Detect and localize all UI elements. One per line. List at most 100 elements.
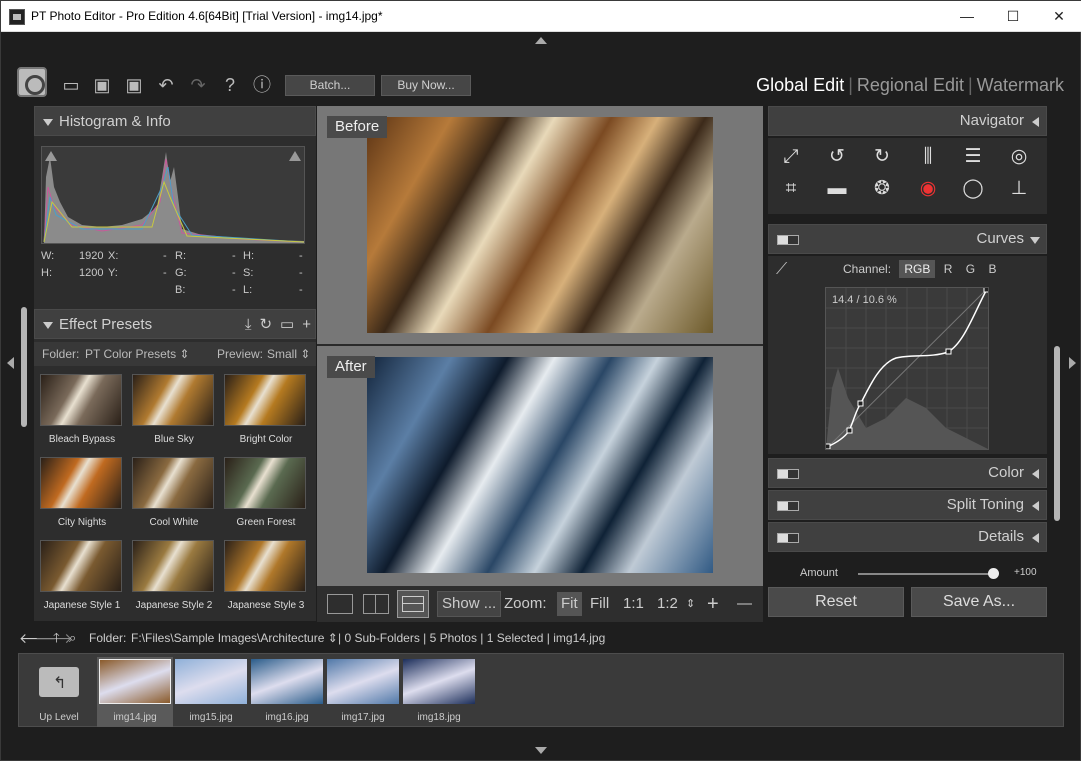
- crop-icon[interactable]: ⌗: [779, 178, 803, 200]
- preset-item[interactable]: City Nights: [40, 457, 124, 537]
- up-level-button[interactable]: ↰ Up Level: [21, 657, 97, 727]
- lens-correction-icon[interactable]: ❂: [870, 178, 894, 200]
- zoom-1-1-button[interactable]: 1:1: [623, 586, 644, 622]
- preset-label: Cool White: [149, 517, 199, 528]
- channel-r[interactable]: R: [939, 260, 958, 278]
- rotate-right-icon[interactable]: ↻: [870, 146, 894, 168]
- reset-button[interactable]: Reset: [768, 587, 904, 617]
- top-bottom-view-icon[interactable]: [397, 590, 429, 618]
- single-view-icon[interactable]: [327, 594, 353, 614]
- curves-header[interactable]: Curves: [768, 224, 1047, 254]
- preset-item[interactable]: Japanese Style 2: [132, 540, 216, 620]
- zoom-1-2-button[interactable]: 1:2: [657, 586, 678, 622]
- search-icon[interactable]: ⌕: [69, 628, 76, 648]
- preset-item[interactable]: Blue Sky: [132, 374, 216, 454]
- title-bar: PT Photo Editor - Pro Edition 4.6[64Bit]…: [1, 1, 1081, 32]
- path-folder-label: Folder:: [89, 631, 127, 645]
- undo-icon[interactable]: ↶: [156, 75, 176, 95]
- spot-heal-icon[interactable]: ◯: [961, 178, 985, 200]
- close-button[interactable]: ✕: [1036, 1, 1081, 32]
- import-preset-icon[interactable]: ⤓: [245, 316, 252, 333]
- zoom-out-button[interactable]: —: [737, 586, 752, 622]
- film-item[interactable]: img14.jpg: [97, 657, 173, 727]
- open-folder-icon[interactable]: ▭: [61, 75, 81, 95]
- rotate-left-icon[interactable]: ↺: [825, 146, 849, 168]
- info-icon[interactable]: ⓘ: [252, 75, 272, 95]
- tab-regional-edit[interactable]: Regional Edit: [853, 75, 968, 95]
- save-as-button[interactable]: Save As...: [911, 587, 1047, 617]
- details-toggle[interactable]: [777, 533, 799, 543]
- right-scrollbar[interactable]: [1054, 346, 1060, 521]
- preset-folder-select[interactable]: PT Color Presets ⇕: [85, 342, 190, 366]
- left-scrollbar[interactable]: [21, 307, 27, 427]
- collapse-left-arrow-icon[interactable]: [7, 357, 14, 369]
- after-pane[interactable]: After: [317, 346, 763, 586]
- redo-icon[interactable]: ↷: [188, 75, 208, 95]
- curve-graph[interactable]: 14.4 / 10.6 %: [825, 287, 989, 450]
- collapse-top-arrow-icon[interactable]: [535, 37, 547, 44]
- effect-presets-header[interactable]: Effect Presets ⤓ ↻ ▭ +: [34, 309, 316, 339]
- color-toggle[interactable]: [777, 469, 799, 479]
- channel-g[interactable]: G: [961, 260, 980, 278]
- histogram-plot: [43, 152, 304, 243]
- navigator-title: Navigator: [959, 112, 1024, 129]
- preset-item[interactable]: Japanese Style 3: [224, 540, 308, 620]
- before-pane[interactable]: Before: [317, 106, 763, 346]
- flip-vertical-icon[interactable]: ☰: [961, 146, 985, 168]
- film-item[interactable]: img15.jpg: [173, 657, 249, 727]
- tab-watermark[interactable]: Watermark: [973, 75, 1068, 95]
- zoom-fit-button[interactable]: Fit: [557, 592, 582, 616]
- details-header[interactable]: Details: [768, 522, 1047, 552]
- channel-b[interactable]: B: [983, 260, 1001, 278]
- zoom-fill-button[interactable]: Fill: [590, 586, 609, 622]
- batch-button[interactable]: Batch...: [285, 75, 375, 96]
- histogram-header[interactable]: Histogram & Info: [34, 106, 316, 136]
- preset-item[interactable]: Bleach Bypass: [40, 374, 124, 454]
- preview-size-select[interactable]: Small ⇕: [267, 342, 310, 366]
- refresh-preset-icon[interactable]: ↻: [259, 316, 272, 333]
- help-icon[interactable]: ?: [220, 75, 240, 95]
- up-folder-icon[interactable]: 🡑: [53, 628, 60, 648]
- amount-slider-track[interactable]: [858, 573, 994, 575]
- film-item[interactable]: img16.jpg: [249, 657, 325, 727]
- buy-now-button[interactable]: Buy Now...: [381, 75, 471, 96]
- histogram-title: Histogram & Info: [59, 113, 171, 130]
- preset-item[interactable]: Green Forest: [224, 457, 308, 537]
- zoom-in-button[interactable]: +: [707, 586, 719, 622]
- flip-horizontal-icon[interactable]: ⫼: [916, 146, 940, 168]
- save-icon[interactable]: ▣: [92, 75, 112, 95]
- app-logo-icon[interactable]: [17, 67, 47, 97]
- zoom-stepper-icon[interactable]: ⇕: [686, 586, 695, 622]
- channel-rgb[interactable]: RGB: [899, 260, 936, 278]
- details-title: Details: [978, 528, 1024, 545]
- amount-slider-knob[interactable]: [988, 568, 999, 579]
- swirl-icon[interactable]: ◎: [1007, 146, 1031, 168]
- side-by-side-view-icon[interactable]: [363, 594, 389, 614]
- add-preset-icon[interactable]: +: [302, 316, 311, 333]
- collapse-bottom-arrow-icon[interactable]: [535, 747, 547, 754]
- film-item[interactable]: img17.jpg: [325, 657, 401, 727]
- show-button[interactable]: Show ...: [437, 591, 502, 617]
- split-toning-toggle[interactable]: [777, 501, 799, 511]
- color-header[interactable]: Color: [768, 458, 1047, 488]
- curves-toggle[interactable]: [777, 235, 799, 245]
- minimize-button[interactable]: —: [944, 1, 990, 32]
- navigator-header[interactable]: Navigator: [768, 106, 1047, 136]
- curve-picker-icon[interactable]: ⟋: [776, 261, 787, 279]
- resize-icon[interactable]: ⤢: [779, 146, 803, 168]
- tab-global-edit[interactable]: Global Edit: [752, 75, 848, 95]
- maximize-button[interactable]: ☐: [990, 1, 1036, 32]
- save-as-icon[interactable]: ▣: [124, 75, 144, 95]
- red-eye-icon[interactable]: ◉: [916, 178, 940, 200]
- straighten-icon[interactable]: ▬: [825, 178, 849, 200]
- preset-item[interactable]: Japanese Style 1: [40, 540, 124, 620]
- folder-preset-icon[interactable]: ▭: [280, 316, 294, 333]
- film-item[interactable]: img18.jpg: [401, 657, 477, 727]
- path-folder-select[interactable]: F:\Files\Sample Images\Architecture ⇕: [131, 628, 338, 648]
- stamp-icon[interactable]: ⊥: [1007, 178, 1031, 200]
- split-toning-header[interactable]: Split Toning: [768, 490, 1047, 520]
- preset-item[interactable]: Cool White: [132, 457, 216, 537]
- collapse-right-arrow-icon[interactable]: [1069, 357, 1076, 369]
- width-label: W:: [41, 250, 55, 262]
- preset-item[interactable]: Bright Color: [224, 374, 308, 454]
